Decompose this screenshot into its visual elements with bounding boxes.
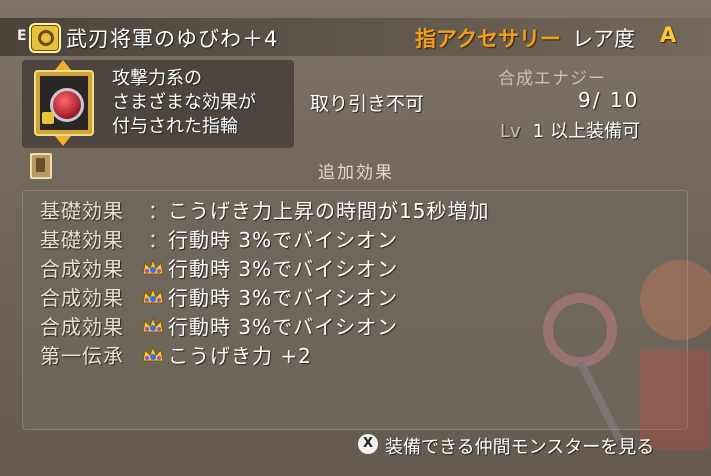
- effect-category: 基礎効果: [40, 228, 124, 252]
- rarity-value: A: [660, 23, 677, 47]
- trade-status: 取り引き不可: [310, 93, 425, 115]
- crown-icon: [142, 345, 164, 362]
- effect-text: こうげき力 +2: [168, 344, 312, 368]
- item-description: 攻撃力系の さまざまな効果が 付与された指輪: [112, 67, 292, 139]
- effect-text: 行動時 3%でバイシオン: [168, 315, 399, 339]
- level-label: Lv: [500, 121, 521, 142]
- book-icon[interactable]: [30, 153, 52, 179]
- rarity-label: レア度: [572, 27, 635, 51]
- scroll-down-arrow-icon[interactable]: [55, 136, 71, 146]
- description-line: 攻撃力系の: [112, 68, 202, 89]
- effect-text: 行動時 3%でバイシオン: [168, 228, 399, 252]
- equipped-marker: E: [17, 28, 27, 44]
- crown-icon: [142, 287, 164, 304]
- level-value: 1: [532, 121, 545, 142]
- effect-separator: ：: [148, 199, 168, 223]
- description-line: さまざまな効果が: [112, 92, 256, 113]
- item-icon-frame: [34, 70, 94, 136]
- item-detail-panel: E 武刃将軍のゆびわ＋4 指アクセサリー レア度 A 攻撃力系の さまざまな効果…: [0, 0, 711, 476]
- effect-category: 基礎効果: [40, 199, 124, 223]
- synthesis-max: 10: [609, 88, 640, 112]
- ring-icon: [29, 23, 61, 53]
- level-requirement: Lv 1 以上装備可: [500, 117, 640, 143]
- effect-category: 合成効果: [40, 315, 124, 339]
- item-category: 指アクセサリー: [415, 27, 561, 51]
- background-monster-art: [543, 260, 711, 450]
- effect-text: 行動時 3%でバイシオン: [168, 286, 399, 310]
- item-image: [40, 76, 88, 130]
- effect-text: 行動時 3%でバイシオン: [168, 257, 399, 281]
- ruby-ring-icon: [50, 88, 84, 122]
- lock-icon: [42, 112, 54, 124]
- view-equippable-monsters-button[interactable]: 装備できる仲間モンスターを見る: [385, 433, 654, 459]
- crown-icon: [142, 258, 164, 275]
- crown-icon: [142, 316, 164, 333]
- effect-separator: ：: [148, 228, 168, 252]
- effect-text: こうげき力上昇の時間が15秒増加: [168, 199, 490, 223]
- synthesis-energy-label: 合成エナジー: [498, 69, 606, 89]
- item-name: 武刃将軍のゆびわ＋4: [66, 27, 279, 51]
- x-button-icon[interactable]: X: [358, 434, 378, 454]
- effect-category: 合成効果: [40, 257, 124, 281]
- synthesis-energy-value: 9/ 10: [578, 88, 640, 112]
- description-line: 付与された指輪: [112, 116, 238, 137]
- effects-title: 追加効果: [318, 163, 394, 183]
- effect-category: 第一伝承: [40, 344, 124, 368]
- synthesis-current: 9: [578, 88, 593, 112]
- scroll-up-arrow-icon[interactable]: [55, 60, 71, 70]
- effect-category: 合成効果: [40, 286, 124, 310]
- level-suffix: 以上装備可: [550, 121, 641, 142]
